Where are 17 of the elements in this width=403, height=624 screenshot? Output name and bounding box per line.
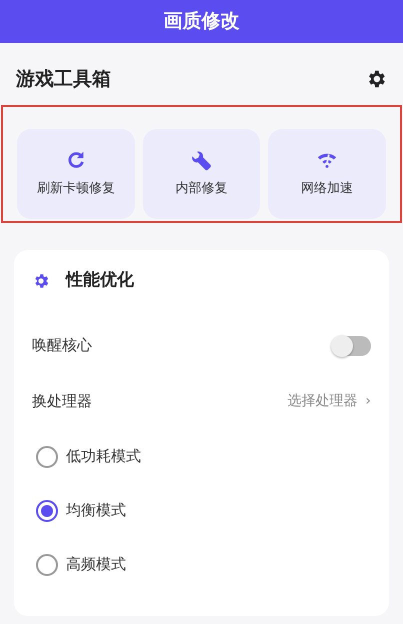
card-title: 性能优化 (66, 269, 134, 292)
radio-button[interactable] (36, 554, 58, 576)
section-title: 游戏工具箱 (16, 66, 111, 92)
radio-label: 低功耗模式 (66, 446, 141, 468)
app-title: 画质修改 (164, 9, 240, 34)
tool-button[interactable]: 刷新卡顿修复 (17, 129, 135, 219)
tool-button[interactable]: 内部修复 (142, 129, 260, 219)
radio-button[interactable] (36, 500, 58, 522)
radio-label: 均衡模式 (66, 500, 126, 522)
row-label: 换处理器 (32, 391, 92, 412)
toggle-switch[interactable] (333, 336, 371, 356)
tool-button[interactable]: 网络加速 (268, 129, 386, 219)
radio-button[interactable] (36, 446, 58, 468)
wrench-icon (190, 149, 212, 172)
select-link[interactable]: 选择处理器 › (287, 391, 371, 412)
radio-label: 高频模式 (66, 554, 126, 576)
row-label: 唤醒核心 (32, 335, 92, 356)
